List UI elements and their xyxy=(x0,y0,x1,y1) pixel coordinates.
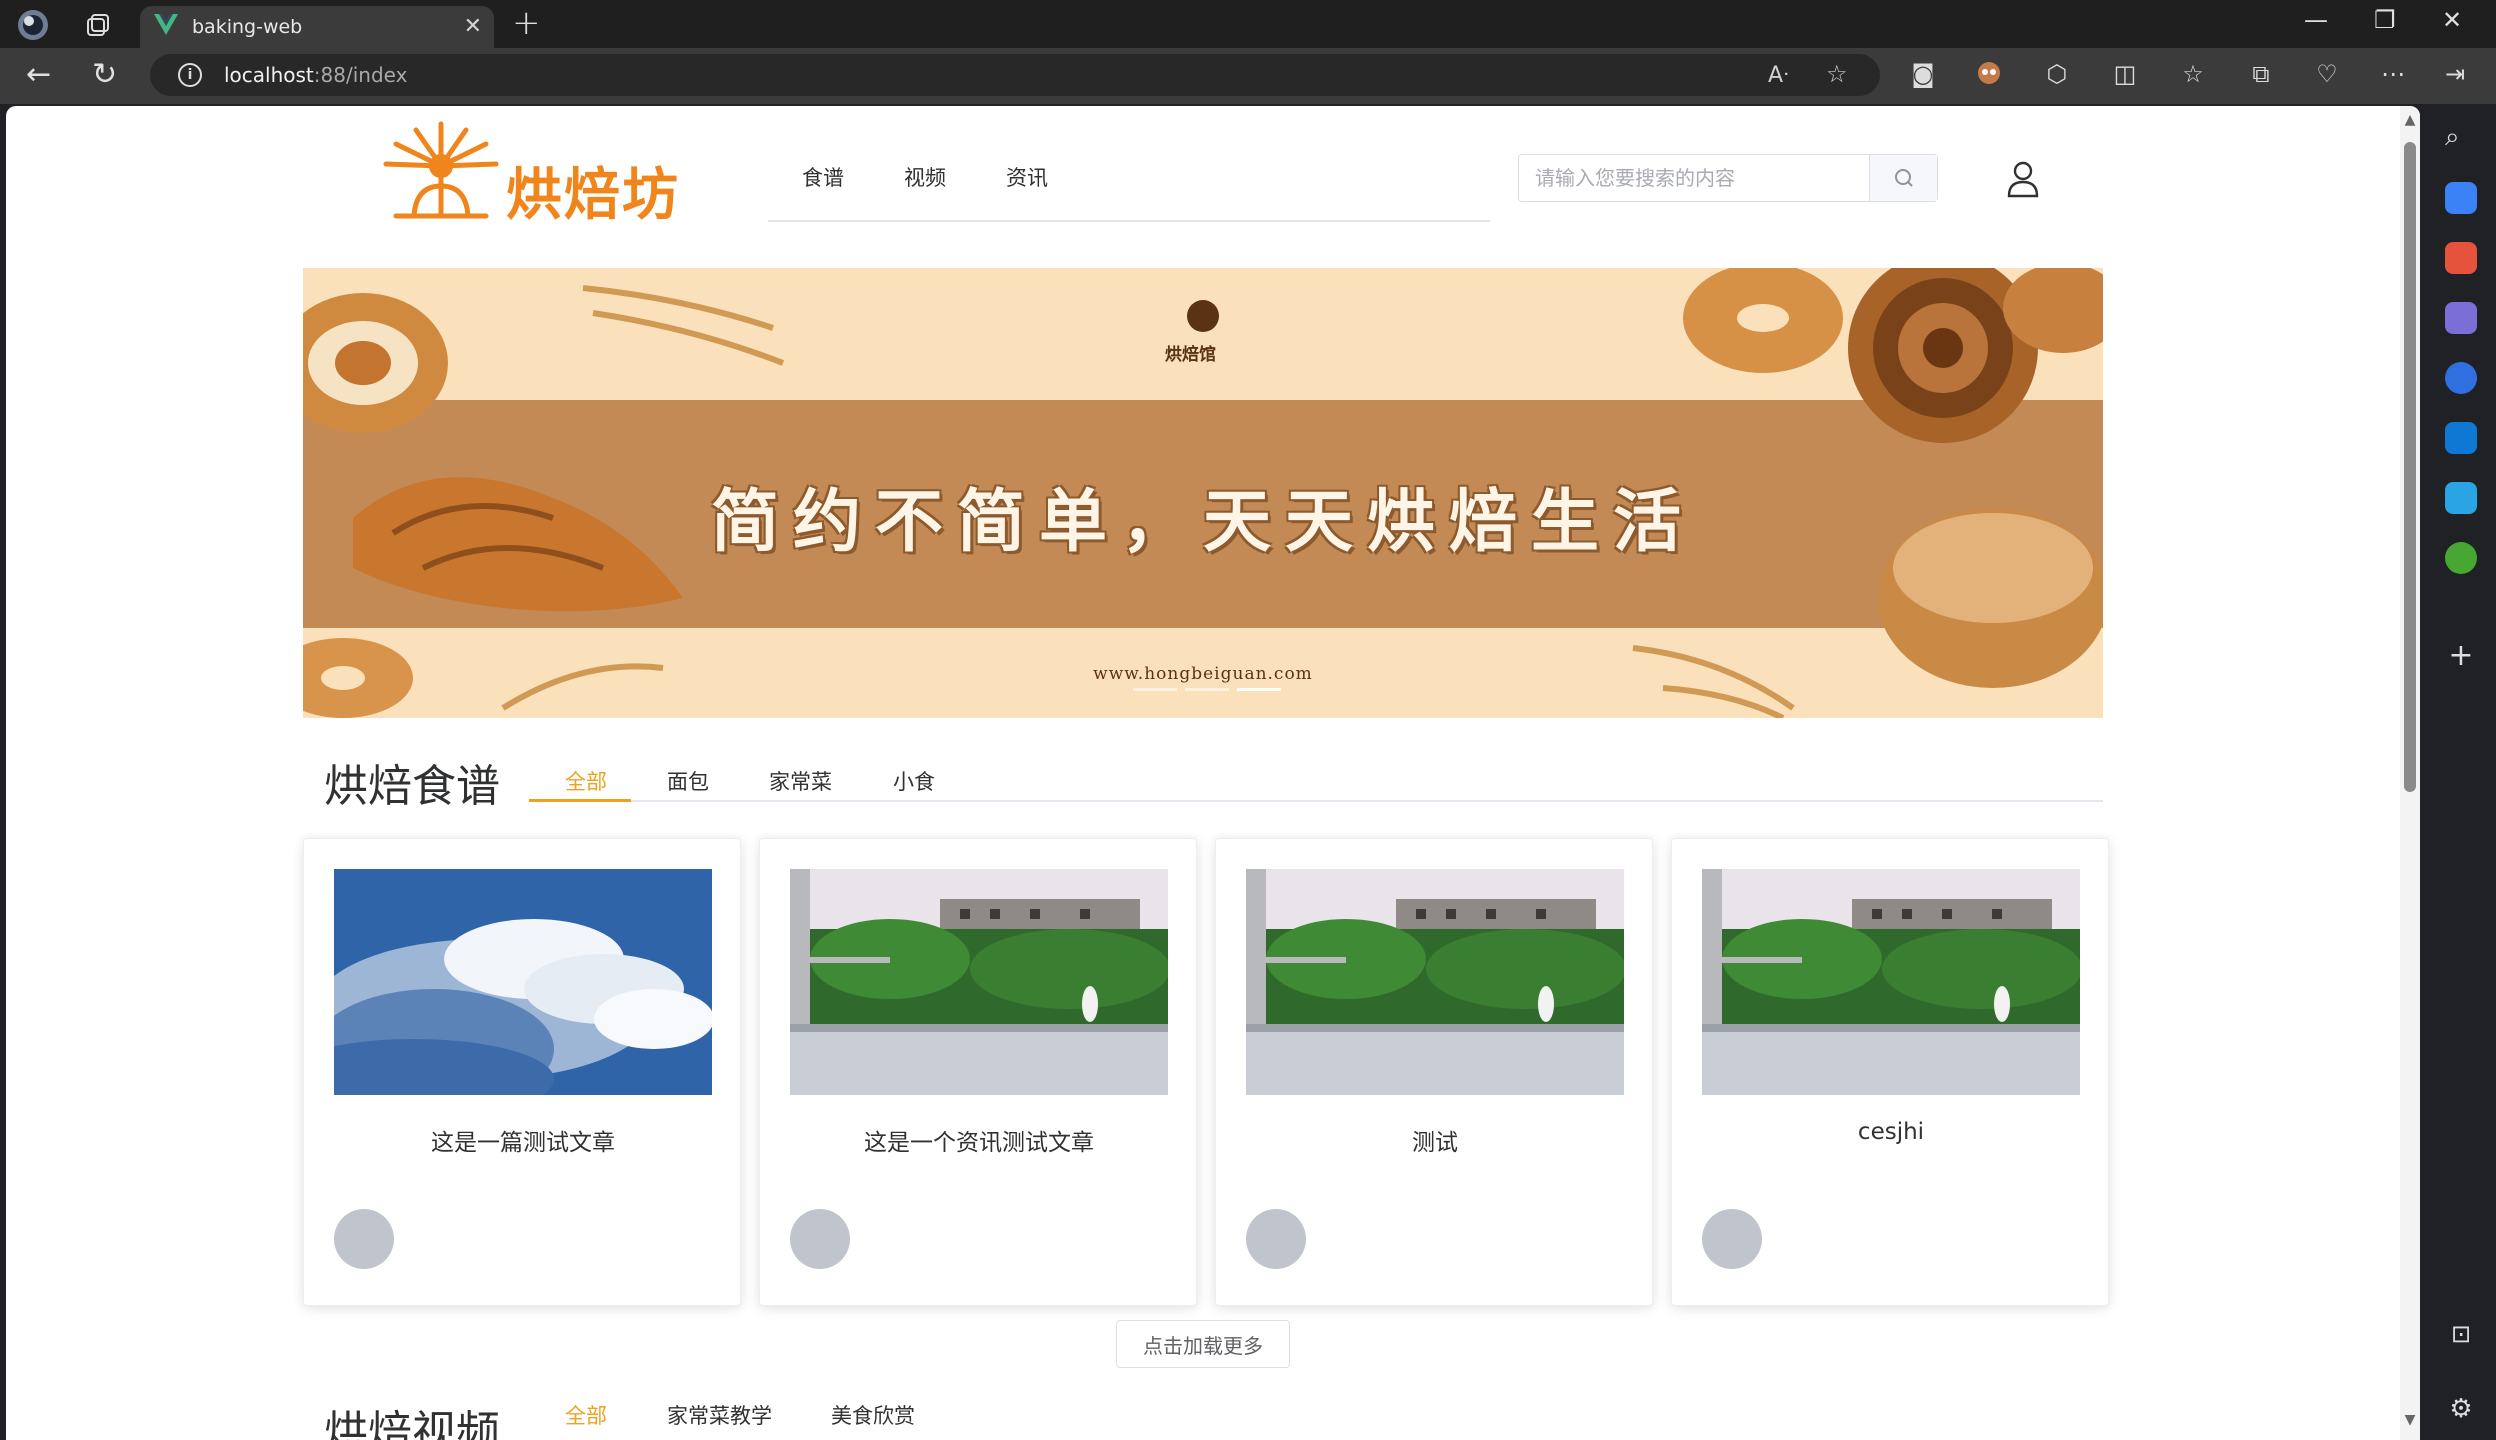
sidebar-games-icon[interactable] xyxy=(2445,302,2477,334)
sidebar-add-icon[interactable]: + xyxy=(2445,638,2477,673)
tab-all[interactable]: 全部 xyxy=(565,766,607,796)
video-tab-all[interactable]: 全部 xyxy=(565,1400,607,1430)
back-icon[interactable]: ← xyxy=(26,58,51,92)
refresh-icon[interactable]: ↻ xyxy=(92,58,117,92)
page-scrollbar[interactable]: ▲ ▼ xyxy=(2400,106,2420,1440)
user-icon[interactable] xyxy=(2006,160,2040,202)
recipe-card[interactable]: cesjhi xyxy=(1671,838,2109,1306)
sidebar-toggle-icon[interactable]: ⇥ xyxy=(2438,60,2472,88)
address-toolbar: ← ↻ i localhost:88/index Aᐧ ☆ ◙ ⬡ ◫ ☆ ⧉ … xyxy=(0,48,2496,104)
card-image-building[interactable] xyxy=(1702,869,2080,1095)
split-screen-icon[interactable]: ◫ xyxy=(2108,60,2142,88)
tab-baking-web[interactable]: baking-web ✕ xyxy=(140,6,494,48)
scroll-thumb[interactable] xyxy=(2404,142,2416,792)
extensions-icon[interactable]: ⬡ xyxy=(2040,60,2074,88)
load-more-button[interactable]: 点击加载更多 xyxy=(1116,1320,1290,1368)
tab-title: baking-web xyxy=(192,16,303,38)
banner-brand: 烘焙馆 xyxy=(1165,345,1216,365)
sidebar-screenshot-icon[interactable]: ⊡ xyxy=(2445,1320,2477,1352)
card-image-building[interactable] xyxy=(790,869,1168,1095)
workspaces-icon[interactable] xyxy=(80,8,114,42)
recipe-card[interactable]: 这是一篇测试文章 xyxy=(303,838,741,1306)
author-avatar[interactable] xyxy=(1246,1209,1306,1269)
scroll-up-icon[interactable]: ▲ xyxy=(2403,112,2417,128)
new-tab-icon[interactable]: + xyxy=(512,6,541,40)
tree-logo-icon xyxy=(383,121,499,219)
edge-sidebar: ⌕ + ⊡ ⚙ xyxy=(2426,104,2496,1440)
carousel-dot[interactable] xyxy=(1185,688,1229,691)
favorites-icon[interactable]: ☆ xyxy=(2176,60,2210,88)
author-avatar[interactable] xyxy=(1702,1209,1762,1269)
recipe-card[interactable]: 这是一个资讯测试文章 xyxy=(759,838,1197,1306)
more-menu-icon[interactable]: ⋯ xyxy=(2376,60,2410,88)
collections-icon[interactable]: ⧉ xyxy=(2244,60,2278,88)
profile-avatar-icon[interactable] xyxy=(16,8,50,42)
card-title[interactable]: 这是一篇测试文章 xyxy=(304,1123,742,1157)
site-info-icon[interactable]: i xyxy=(178,63,202,87)
restore-icon[interactable]: ❐ xyxy=(2374,6,2396,34)
sidebar-send-icon[interactable] xyxy=(2445,482,2477,514)
search-box xyxy=(1518,154,1938,202)
nav-item-videos[interactable]: 视频 xyxy=(904,162,946,192)
recipes-section-title: 烘焙食谱 xyxy=(324,761,500,812)
card-title[interactable]: 测试 xyxy=(1216,1123,1654,1157)
sidebar-tree-icon[interactable] xyxy=(2445,542,2477,574)
search-button[interactable] xyxy=(1869,155,1937,201)
vue-logo-icon xyxy=(154,14,178,40)
sidebar-search-icon[interactable]: ⌕ xyxy=(2445,122,2477,154)
card-title[interactable]: cesjhi xyxy=(1672,1119,2110,1145)
banner-slogan: 简约不简单，天天烘焙生活 xyxy=(710,482,1695,562)
video-tab-home-cooking[interactable]: 家常菜教学 xyxy=(667,1400,772,1430)
close-window-icon[interactable]: ✕ xyxy=(2442,6,2462,34)
read-aloud-icon[interactable]: Aᐧ xyxy=(1768,63,1789,88)
extension-face-icon[interactable] xyxy=(1972,60,2006,92)
banner-site-url: www.hongbeiguan.com xyxy=(1093,664,1313,684)
sidebar-settings-icon[interactable]: ⚙ xyxy=(2445,1394,2477,1426)
carousel-dot-active[interactable] xyxy=(1237,688,1281,691)
tab-active-indicator xyxy=(529,799,631,802)
scroll-down-icon[interactable]: ▼ xyxy=(2403,1412,2417,1428)
extension-glasses-icon[interactable]: ◙ xyxy=(1906,60,1940,88)
videos-section-title: 烘焙视频 xyxy=(324,1407,500,1440)
address-bar[interactable]: i localhost:88/index Aᐧ ☆ xyxy=(150,54,1880,96)
banner-brand-icon xyxy=(1187,300,1219,332)
banner-carousel[interactable]: 烘焙馆 简约不简单，天天烘焙生活 www.hongbeiguan.com xyxy=(303,268,2103,718)
video-tab-food-appreciation[interactable]: 美食欣赏 xyxy=(831,1400,915,1430)
favorite-star-icon[interactable]: ☆ xyxy=(1826,60,1848,88)
card-image-sky[interactable] xyxy=(334,869,712,1095)
tab-snacks[interactable]: 小食 xyxy=(893,766,935,796)
page-viewport: 烘焙坊 食谱 视频 资讯 请输入您要搜索的内容 烘焙馆 简约不简单，天天烘焙生活… xyxy=(6,106,2420,1440)
minimize-icon[interactable]: — xyxy=(2304,6,2328,34)
author-avatar[interactable] xyxy=(334,1209,394,1269)
url-text: localhost:88/index xyxy=(224,63,408,87)
close-tab-icon[interactable]: ✕ xyxy=(464,14,482,39)
author-avatar[interactable] xyxy=(790,1209,850,1269)
nav-item-news[interactable]: 资讯 xyxy=(1006,162,1048,192)
card-image-building[interactable] xyxy=(1246,869,1624,1095)
main-nav: 食谱 视频 资讯 xyxy=(768,154,1490,222)
browser-tab-strip: baking-web ✕ + — ❐ ✕ xyxy=(0,0,2496,48)
search-input[interactable] xyxy=(1519,155,1869,201)
search-icon xyxy=(1895,169,1913,187)
sidebar-copilot-icon[interactable] xyxy=(2445,362,2477,394)
recipe-card[interactable]: 测试 xyxy=(1215,838,1653,1306)
nav-item-recipes[interactable]: 食谱 xyxy=(802,162,844,192)
tab-home-cooking[interactable]: 家常菜 xyxy=(769,766,832,796)
performance-heart-icon[interactable]: ♡ xyxy=(2310,60,2344,88)
tab-bread[interactable]: 面包 xyxy=(667,766,709,796)
logo-text[interactable]: 烘焙坊 xyxy=(506,150,680,231)
recipes-tabs: 全部 面包 家常菜 小食 xyxy=(529,746,2103,802)
sidebar-outlook-icon[interactable] xyxy=(2445,422,2477,454)
sidebar-tools-icon[interactable] xyxy=(2445,242,2477,274)
sidebar-shopping-icon[interactable] xyxy=(2445,182,2477,214)
card-title[interactable]: 这是一个资讯测试文章 xyxy=(760,1123,1198,1157)
carousel-dot[interactable] xyxy=(1133,688,1177,691)
